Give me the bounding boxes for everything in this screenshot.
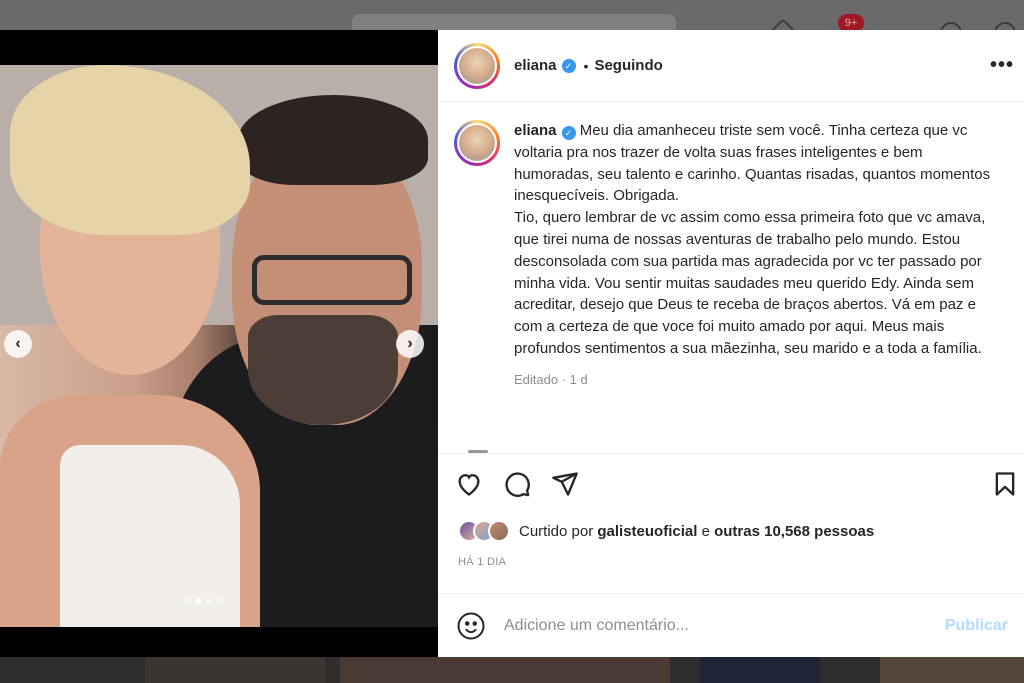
comment-form: Publicar — [438, 593, 1024, 657]
carousel-dot — [196, 598, 202, 604]
carousel-next-button[interactable]: › — [396, 330, 424, 358]
caption-section: eliana ✓ Meu dia amanheceu triste sem voc… — [438, 102, 1024, 454]
heart-icon — [458, 474, 480, 496]
post-photo — [0, 65, 438, 627]
following-button[interactable]: Seguindo — [594, 57, 662, 74]
scroll-indicator — [468, 450, 488, 453]
liker-avatar[interactable] — [488, 520, 510, 542]
comment-icon — [505, 472, 530, 497]
caption-body: Meu dia amanheceu triste sem você. Tinha… — [514, 122, 991, 357]
post-timestamp[interactable]: HÁ 1 DIA — [438, 548, 1024, 582]
caption-meta: Editado · 1 d — [514, 371, 588, 387]
background-thumbnail — [880, 657, 1024, 683]
comment-input[interactable] — [504, 616, 945, 635]
publish-button[interactable]: Publicar — [945, 617, 1008, 635]
comment-button[interactable] — [500, 467, 534, 501]
avatar[interactable] — [454, 42, 500, 89]
action-bar — [438, 454, 1024, 514]
carousel-dot — [206, 598, 212, 604]
author-username[interactable]: eliana — [514, 57, 557, 74]
post-detail-panel: eliana ✓ • Seguindo ••• eliana ✓ Meu dia … — [438, 30, 1024, 657]
carousel-dot — [216, 598, 222, 604]
like-button[interactable] — [452, 467, 486, 501]
background-thumbnail — [700, 657, 820, 683]
emoji-icon[interactable] — [456, 611, 486, 641]
post-header: eliana ✓ • Seguindo ••• — [438, 30, 1024, 102]
likes-others-link[interactable]: outras 10,568 pessoas — [714, 523, 874, 540]
separator-dot: • — [583, 57, 589, 74]
post-media: ‹ › — [0, 30, 438, 657]
save-button[interactable] — [988, 467, 1022, 501]
more-icon[interactable]: ••• — [990, 54, 1014, 77]
likes-prefix: Curtido por — [519, 522, 594, 540]
bookmark-icon — [995, 472, 1015, 496]
carousel-prev-button[interactable]: ‹ — [4, 330, 32, 358]
caption: eliana ✓ Meu dia amanheceu triste sem voc… — [514, 120, 1000, 360]
caption-username[interactable]: eliana — [514, 122, 557, 139]
share-icon — [552, 472, 578, 496]
likes-joiner: e — [701, 522, 710, 540]
avatar[interactable] — [454, 120, 500, 166]
carousel-indicator — [186, 598, 222, 604]
background-thumbnail — [340, 657, 670, 683]
likes-text: Curtido por galisteuoficial e outras 10,… — [519, 523, 874, 540]
background-thumbnail — [145, 657, 325, 683]
share-button[interactable] — [548, 467, 582, 501]
verified-icon: ✓ — [561, 58, 576, 73]
likes-user-link[interactable]: galisteuoficial — [597, 523, 697, 540]
likes-summary: Curtido por galisteuoficial e outras 10,… — [438, 514, 1024, 548]
post-modal: ‹ › eliana ✓ • Seguindo ••• eliana ✓ Meu … — [0, 30, 1024, 657]
carousel-dot — [186, 598, 192, 604]
verified-icon: ✓ — [561, 126, 576, 140]
